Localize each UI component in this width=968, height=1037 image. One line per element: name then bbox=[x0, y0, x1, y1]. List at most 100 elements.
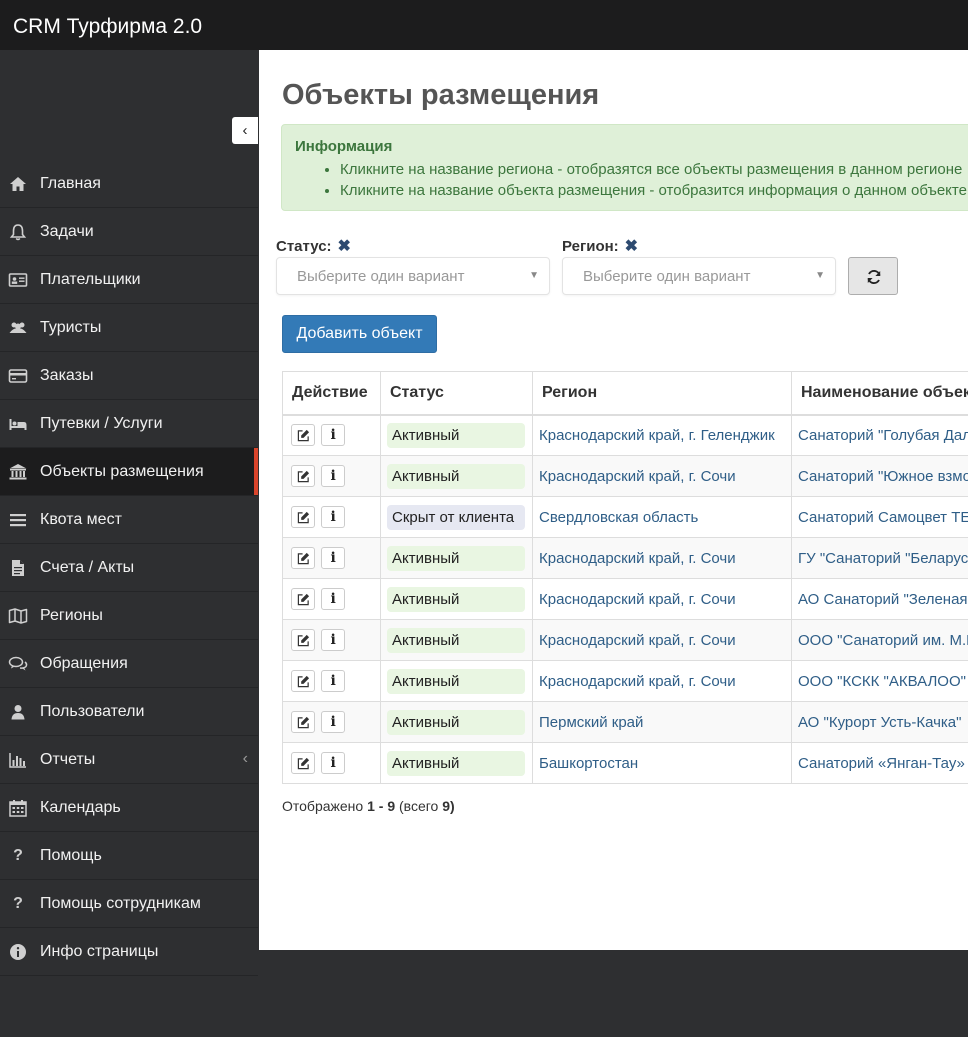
sidebar-collapse-button[interactable]: ‹ bbox=[232, 117, 258, 144]
info-button[interactable]: i bbox=[321, 547, 346, 569]
sidebar-item-help[interactable]: ? Помощь bbox=[0, 832, 258, 880]
status-cell: Активный bbox=[380, 701, 533, 743]
edit-button[interactable] bbox=[291, 588, 315, 610]
edit-button[interactable] bbox=[291, 547, 315, 569]
object-name-link[interactable]: Санаторий Самоцвет ТЕ bbox=[798, 509, 968, 526]
info-title: Информация bbox=[295, 138, 393, 155]
name-cell: Санаторий Самоцвет ТЕ bbox=[791, 496, 968, 538]
question-icon: ? bbox=[13, 847, 23, 864]
sidebar-item-requests[interactable]: Обращения bbox=[0, 640, 258, 688]
info-button[interactable]: i bbox=[321, 424, 346, 447]
column-header-status[interactable]: Статус bbox=[380, 371, 533, 416]
info-button[interactable]: i bbox=[321, 588, 346, 610]
region-link[interactable]: Краснодарский край, г. Сочи bbox=[539, 632, 736, 649]
sidebar-item-label: Помощь сотрудникам bbox=[40, 895, 201, 912]
region-link[interactable]: Свердловская область bbox=[539, 509, 698, 526]
info-list-item: Кликните на название объекта размещения … bbox=[340, 180, 968, 201]
sidebar-item-label: Помощь bbox=[40, 847, 102, 864]
column-header-name[interactable]: Наименование объекта bbox=[791, 371, 968, 416]
object-name-link[interactable]: Санаторий «Янган-Тау» bbox=[798, 755, 965, 772]
info-button[interactable]: i bbox=[321, 711, 346, 733]
object-name-link[interactable]: ГУ "Санаторий "Беларус bbox=[798, 550, 968, 567]
pagination-total: 9) bbox=[442, 798, 455, 814]
add-object-button[interactable]: Добавить объект bbox=[282, 315, 437, 353]
status-select[interactable]: Выберите один вариант ▼ bbox=[276, 257, 550, 295]
status-badge: Скрыт от клиента bbox=[387, 504, 525, 530]
status-cell: Скрыт от клиента bbox=[380, 496, 533, 538]
sidebar-item-label: Заказы bbox=[40, 367, 94, 384]
users-icon bbox=[8, 318, 28, 338]
sidebar-item-info-pages[interactable]: Инфо страницы bbox=[0, 928, 258, 976]
region-link[interactable]: Пермский край bbox=[539, 714, 643, 731]
map-icon bbox=[8, 606, 28, 626]
name-cell: АО Санаторий "Зеленая bbox=[791, 578, 968, 620]
bed-icon bbox=[8, 414, 28, 434]
sidebar-item-invoices[interactable]: Счета / Акты bbox=[0, 544, 258, 592]
sidebar-item-regions[interactable]: Регионы bbox=[0, 592, 258, 640]
question-icon: ? bbox=[13, 895, 23, 912]
region-link[interactable]: Краснодарский край, г. Геленджик bbox=[539, 427, 775, 444]
sidebar-item-vouchers[interactable]: Путевки / Услуги bbox=[0, 400, 258, 448]
edit-button[interactable] bbox=[291, 465, 315, 487]
info-button[interactable]: i bbox=[321, 752, 346, 774]
clear-status-filter-icon[interactable]: ✖ bbox=[338, 238, 351, 255]
object-name-link[interactable]: ООО "Санаторий им. М.Е bbox=[798, 632, 968, 649]
region-link[interactable]: Краснодарский край, г. Сочи bbox=[539, 673, 736, 690]
calendar-icon bbox=[8, 798, 28, 818]
edit-button[interactable] bbox=[291, 629, 315, 651]
column-header-action[interactable]: Действие bbox=[282, 371, 381, 416]
info-button[interactable]: i bbox=[321, 465, 346, 487]
region-link[interactable]: Краснодарский край, г. Сочи bbox=[539, 591, 736, 608]
action-cell: i bbox=[282, 578, 381, 620]
sidebar-item-staff-help[interactable]: ? Помощь сотрудникам bbox=[0, 880, 258, 928]
region-link[interactable]: Краснодарский край, г. Сочи bbox=[539, 468, 736, 485]
table-row: i Активный Башкортостан Санаторий «Янган… bbox=[282, 742, 968, 784]
info-button[interactable]: i bbox=[321, 506, 346, 528]
action-cell: i bbox=[282, 455, 381, 497]
region-link[interactable]: Башкортостан bbox=[539, 755, 638, 772]
edit-button[interactable] bbox=[291, 711, 315, 733]
app-title[interactable]: CRM Турфирма 2.0 bbox=[13, 15, 202, 39]
edit-icon bbox=[297, 716, 310, 729]
sidebar-item-label: Обращения bbox=[40, 655, 128, 672]
name-cell: ООО "Санаторий им. М.Е bbox=[791, 619, 968, 661]
sidebar-item-quota[interactable]: Квота мест bbox=[0, 496, 258, 544]
sidebar-item-users[interactable]: Пользователи bbox=[0, 688, 258, 736]
info-button[interactable]: i bbox=[321, 670, 346, 692]
status-cell: Активный bbox=[380, 619, 533, 661]
pagination-range: 1 - 9 bbox=[367, 798, 396, 814]
info-button[interactable]: i bbox=[321, 629, 346, 651]
sidebar-item-tasks[interactable]: Задачи bbox=[0, 208, 258, 256]
region-select[interactable]: Выберите один вариант ▼ bbox=[562, 257, 836, 295]
edit-icon bbox=[297, 552, 310, 565]
object-name-link[interactable]: Санаторий "Голубая Дал bbox=[798, 427, 968, 444]
institution-icon bbox=[8, 462, 28, 482]
clear-region-filter-icon[interactable]: ✖ bbox=[625, 238, 638, 255]
edit-button[interactable] bbox=[291, 670, 315, 692]
refresh-button[interactable] bbox=[848, 257, 898, 295]
sidebar-item-tourists[interactable]: Туристы bbox=[0, 304, 258, 352]
column-header-region[interactable]: Регион bbox=[532, 371, 792, 416]
status-cell: Активный bbox=[380, 537, 533, 579]
object-name-link[interactable]: ООО "КСКК "АКВАЛОО" bbox=[798, 673, 966, 690]
edit-button[interactable] bbox=[291, 424, 315, 447]
sidebar-item-reports[interactable]: Отчеты ‹ bbox=[0, 736, 258, 784]
bars-icon bbox=[8, 510, 28, 530]
edit-button[interactable] bbox=[291, 506, 315, 528]
region-cell: Краснодарский край, г. Сочи bbox=[532, 619, 792, 661]
edit-button[interactable] bbox=[291, 752, 315, 774]
object-name-link[interactable]: Санаторий "Южное взмо bbox=[798, 468, 968, 485]
sidebar-item-orders[interactable]: Заказы bbox=[0, 352, 258, 400]
sidebar-item-label: Счета / Акты bbox=[40, 559, 135, 576]
info-alert: Информация Кликните на название региона … bbox=[281, 124, 968, 211]
sidebar-item-home[interactable]: Главная bbox=[0, 160, 258, 208]
object-name-link[interactable]: АО Санаторий "Зеленая bbox=[798, 591, 968, 608]
table-row: i Активный Краснодарский край, г. Геленд… bbox=[282, 414, 968, 456]
action-cell: i bbox=[282, 496, 381, 538]
sidebar-item-accommodation[interactable]: Объекты размещения bbox=[0, 448, 258, 496]
region-link[interactable]: Краснодарский край, г. Сочи bbox=[539, 550, 736, 567]
sidebar-item-calendar[interactable]: Календарь bbox=[0, 784, 258, 832]
sidebar-item-payers[interactable]: Плательщики bbox=[0, 256, 258, 304]
object-name-link[interactable]: АО "Курорт Усть-Качка" bbox=[798, 714, 961, 731]
name-cell: АО "Курорт Усть-Качка" bbox=[791, 701, 968, 743]
